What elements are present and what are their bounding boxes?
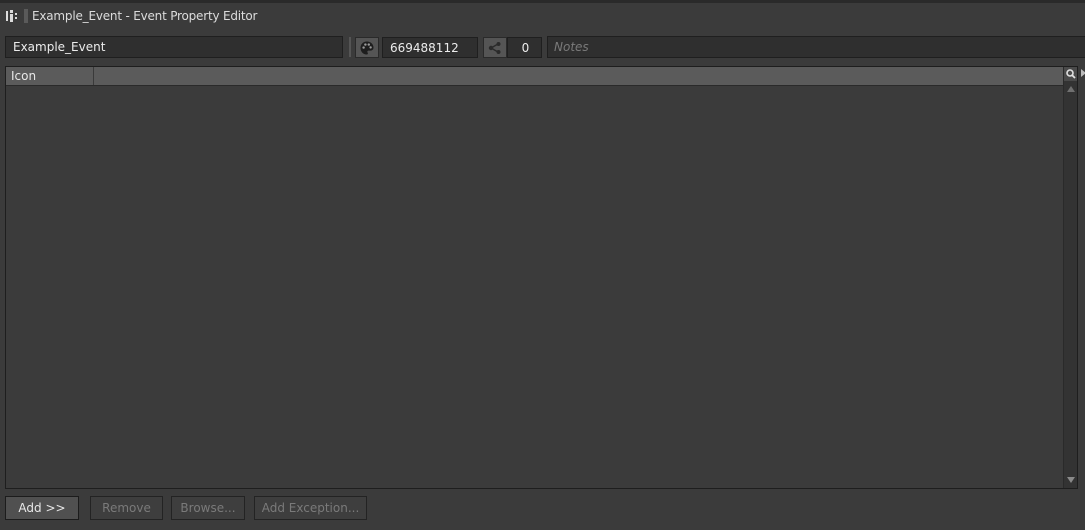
add-exception-button[interactable]: Add Exception... [254, 496, 367, 520]
toolbar-divider [349, 37, 351, 57]
remove-button[interactable]: Remove [90, 496, 163, 520]
title-separator [24, 9, 28, 23]
notes-field[interactable]: Notes [547, 36, 1085, 58]
event-id-field[interactable]: 669488112 [382, 37, 478, 58]
column-header-empty [94, 67, 1063, 85]
references-button[interactable] [483, 37, 507, 58]
scroll-up-arrow-icon[interactable] [1067, 86, 1075, 92]
title-bar: Example_Event - Event Property Editor [0, 3, 1085, 29]
event-name-field[interactable]: Example_Event [5, 36, 343, 58]
expand-arrow-icon[interactable] [1081, 69, 1085, 77]
reference-count: 0 [507, 37, 542, 58]
palette-icon [360, 41, 374, 54]
add-button[interactable]: Add >> [5, 496, 79, 520]
event-list[interactable]: Icon [5, 66, 1078, 489]
browse-button[interactable]: Browse... [171, 496, 245, 520]
button-bar: Add >> Remove Browse... Add Exception... [0, 493, 1085, 530]
event-property-editor-window: Example_Event - Event Property Editor Ex… [0, 0, 1085, 530]
window-title: Example_Event - Event Property Editor [32, 9, 258, 23]
scroll-down-arrow-icon[interactable] [1067, 477, 1075, 483]
vertical-scrollbar[interactable] [1063, 67, 1077, 488]
list-header: Icon [6, 67, 1063, 86]
color-palette-button[interactable] [355, 37, 379, 58]
event-icon [6, 9, 18, 23]
share-icon [488, 41, 501, 54]
column-header-icon[interactable]: Icon [6, 67, 94, 85]
search-button[interactable] [1064, 67, 1077, 81]
search-icon [1065, 69, 1076, 79]
